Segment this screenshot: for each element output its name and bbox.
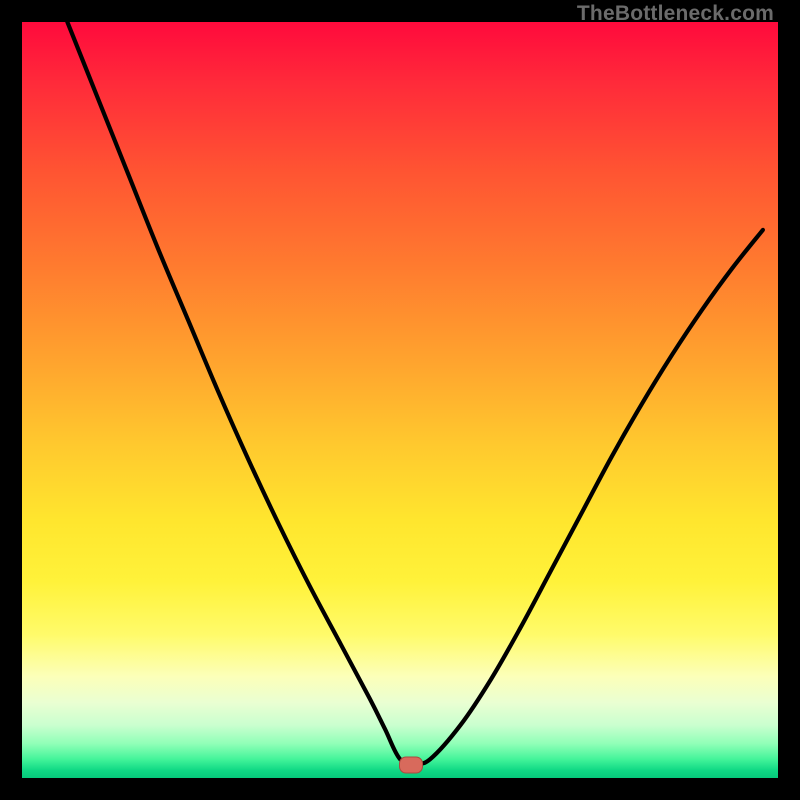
gradient-plot-area — [22, 22, 778, 778]
curve-path — [67, 22, 763, 764]
bottleneck-curve — [22, 22, 778, 778]
optimum-marker — [399, 757, 423, 774]
chart-frame: TheBottleneck.com — [0, 0, 800, 800]
